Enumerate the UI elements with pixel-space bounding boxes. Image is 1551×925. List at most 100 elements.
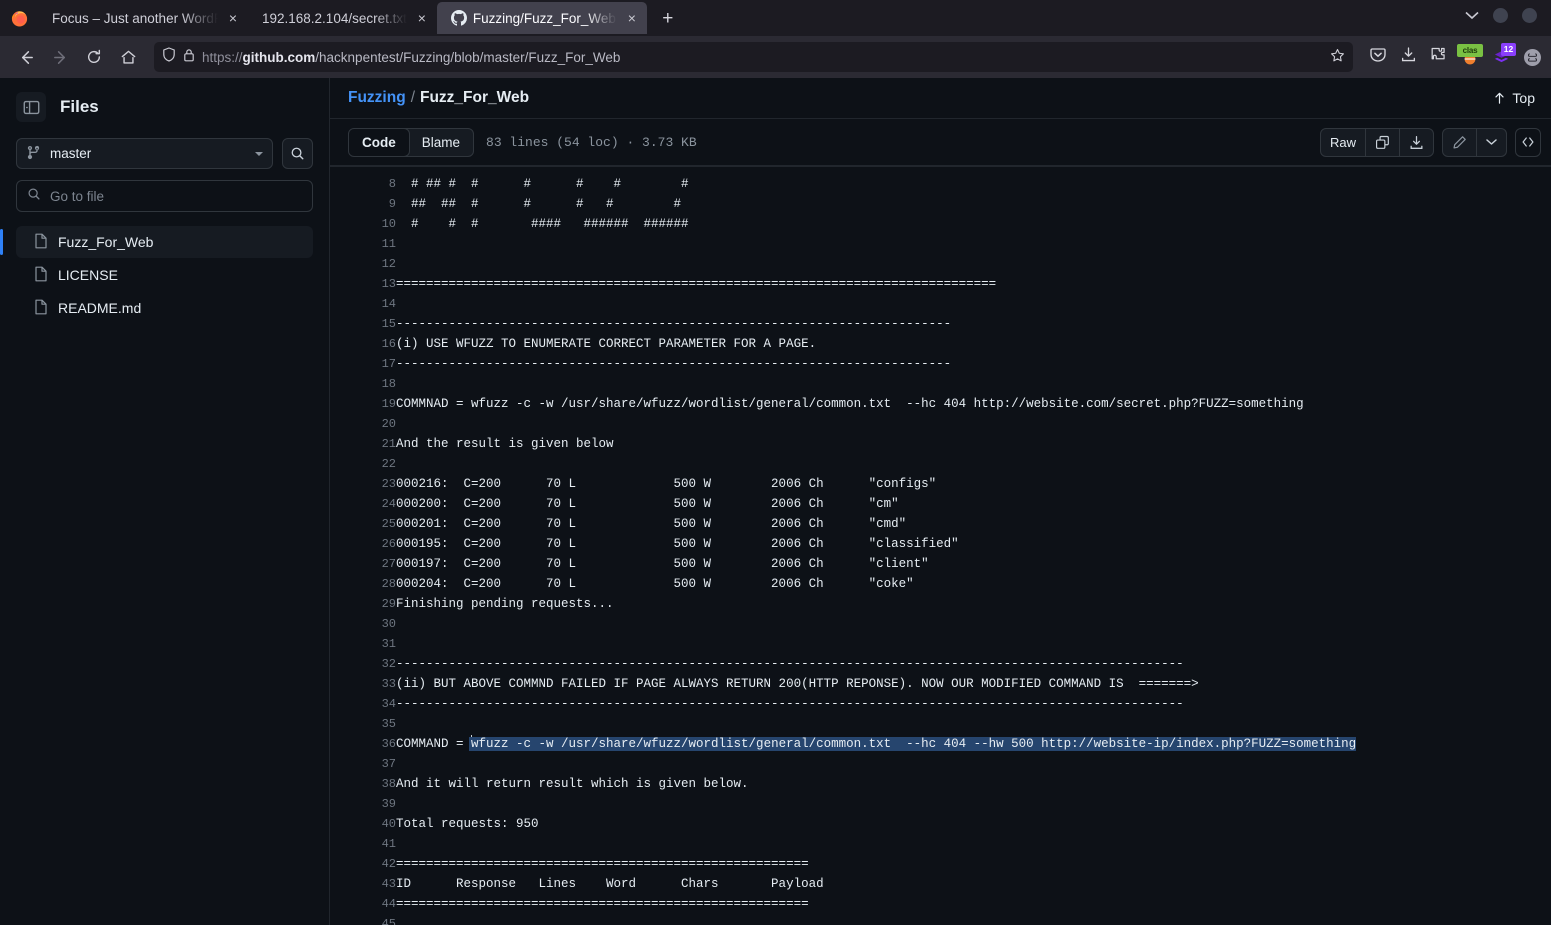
pocket-icon[interactable] xyxy=(1369,46,1387,69)
line-content[interactable] xyxy=(396,634,1551,654)
line-number[interactable]: 34 xyxy=(330,694,396,714)
close-icon[interactable]: × xyxy=(623,9,641,27)
line-number[interactable]: 21 xyxy=(330,434,396,454)
line-number[interactable]: 9 xyxy=(330,194,396,214)
star-icon[interactable] xyxy=(1330,48,1345,66)
line-content[interactable] xyxy=(396,454,1551,474)
line-number[interactable]: 14 xyxy=(330,294,396,314)
line-content[interactable]: COMMAND = wfuzz -c -w /usr/share/wfuzz/w… xyxy=(396,734,1551,754)
line-number[interactable]: 28 xyxy=(330,574,396,594)
home-icon[interactable] xyxy=(112,41,144,73)
line-content[interactable] xyxy=(396,254,1551,274)
line-content[interactable]: COMMNAD = wfuzz -c -w /usr/share/wfuzz/w… xyxy=(396,394,1551,414)
line-content[interactable]: 000197: C=200 70 L 500 W 2006 Ch "client… xyxy=(396,554,1551,574)
url-text[interactable]: https://github.com/hacknpentest/Fuzzing/… xyxy=(202,50,1323,65)
line-content[interactable] xyxy=(396,834,1551,854)
line-number[interactable]: 39 xyxy=(330,794,396,814)
back-button[interactable] xyxy=(10,41,42,73)
download-icon[interactable] xyxy=(1399,128,1433,156)
line-content[interactable]: ----------------------------------------… xyxy=(396,694,1551,714)
line-content[interactable]: ========================================… xyxy=(396,894,1551,914)
line-content[interactable]: 000201: C=200 70 L 500 W 2006 Ch "cmd" xyxy=(396,514,1551,534)
line-content[interactable]: # ## # # # # # # xyxy=(396,174,1551,194)
line-number[interactable]: 11 xyxy=(330,234,396,254)
forward-button[interactable] xyxy=(44,41,76,73)
file-list-item[interactable]: LICENSE xyxy=(16,259,313,291)
line-number[interactable]: 23 xyxy=(330,474,396,494)
line-number[interactable]: 35 xyxy=(330,714,396,734)
line-number[interactable]: 41 xyxy=(330,834,396,854)
line-content[interactable]: ## ## # # # # # xyxy=(396,194,1551,214)
file-list-item[interactable]: Fuzz_For_Web xyxy=(0,226,313,258)
line-content[interactable] xyxy=(396,914,1551,925)
branch-selector[interactable]: master xyxy=(16,138,273,169)
line-number[interactable]: 31 xyxy=(330,634,396,654)
downloads-icon[interactable] xyxy=(1400,46,1417,68)
line-content[interactable] xyxy=(396,234,1551,254)
line-content[interactable]: (i) USE WFUZZ TO ENUMERATE CORRECT PARAM… xyxy=(396,334,1551,354)
line-content[interactable]: ----------------------------------------… xyxy=(396,654,1551,674)
code-brackets-icon[interactable] xyxy=(1515,127,1541,157)
line-content[interactable] xyxy=(396,754,1551,774)
code-viewer[interactable]: 7 # # ##### # # # #8 # ## # # # # # #9 #… xyxy=(330,165,1551,925)
tab-code[interactable]: Code xyxy=(349,128,410,156)
line-number[interactable]: 25 xyxy=(330,514,396,534)
breadcrumb-repo-link[interactable]: Fuzzing xyxy=(348,89,406,107)
line-number[interactable]: 13 xyxy=(330,274,396,294)
browser-tab[interactable]: Focus – Just another WordPress × xyxy=(38,2,248,34)
line-number[interactable]: 16 xyxy=(330,334,396,354)
line-content[interactable] xyxy=(396,294,1551,314)
line-content[interactable]: ID Response Lines Word Chars Payload xyxy=(396,874,1551,894)
line-content[interactable] xyxy=(396,714,1551,734)
line-number[interactable]: 8 xyxy=(330,174,396,194)
line-content[interactable]: And the result is given below xyxy=(396,434,1551,454)
line-content[interactable] xyxy=(396,414,1551,434)
file-list-item[interactable]: README.md xyxy=(16,292,313,324)
raw-button[interactable]: Raw xyxy=(1321,129,1365,156)
clas-extension-icon[interactable]: clas xyxy=(1457,43,1483,67)
search-icon[interactable] xyxy=(282,138,313,169)
close-icon[interactable]: × xyxy=(224,9,242,27)
line-content[interactable] xyxy=(396,614,1551,634)
line-content[interactable]: ----------------------------------------… xyxy=(396,314,1551,334)
pencil-icon[interactable] xyxy=(1443,129,1476,156)
line-number[interactable]: 22 xyxy=(330,454,396,474)
account-avatar-icon[interactable] xyxy=(1524,48,1541,66)
line-number[interactable]: 45 xyxy=(330,914,396,925)
tab-blame[interactable]: Blame xyxy=(409,129,473,156)
shield-icon[interactable] xyxy=(162,47,176,67)
address-bar[interactable]: https://github.com/hacknpentest/Fuzzing/… xyxy=(154,42,1353,72)
line-content[interactable]: Finishing pending requests... xyxy=(396,594,1551,614)
layers-extension-icon[interactable]: 12 xyxy=(1492,42,1516,67)
line-content[interactable] xyxy=(396,374,1551,394)
line-content[interactable]: ========================================… xyxy=(396,274,1551,294)
close-icon[interactable]: × xyxy=(413,9,431,27)
chevron-down-icon[interactable] xyxy=(1465,8,1479,23)
line-content[interactable] xyxy=(396,794,1551,814)
line-content[interactable]: ----------------------------------------… xyxy=(396,354,1551,374)
window-maximize-button[interactable] xyxy=(1522,7,1537,23)
line-content[interactable]: 000204: C=200 70 L 500 W 2006 Ch "coke" xyxy=(396,574,1551,594)
line-number[interactable]: 29 xyxy=(330,594,396,614)
line-number[interactable]: 42 xyxy=(330,854,396,874)
extensions-icon[interactable] xyxy=(1430,46,1447,68)
line-number[interactable]: 32 xyxy=(330,654,396,674)
back-to-top-link[interactable]: Top xyxy=(1493,90,1535,106)
chevron-down-icon[interactable] xyxy=(1476,128,1506,156)
line-number[interactable]: 38 xyxy=(330,774,396,794)
line-number[interactable]: 30 xyxy=(330,614,396,634)
line-number[interactable]: 15 xyxy=(330,314,396,334)
line-number[interactable]: 24 xyxy=(330,494,396,514)
line-number[interactable]: 33 xyxy=(330,674,396,694)
line-number[interactable]: 17 xyxy=(330,354,396,374)
line-content[interactable]: 000195: C=200 70 L 500 W 2006 Ch "classi… xyxy=(396,534,1551,554)
browser-tab[interactable]: 192.168.2.104/secret.txt × xyxy=(248,2,437,34)
line-number[interactable]: 26 xyxy=(330,534,396,554)
line-number[interactable]: 20 xyxy=(330,414,396,434)
line-number[interactable]: 36 xyxy=(330,734,396,754)
line-content[interactable]: (ii) BUT ABOVE COMMND FAILED IF PAGE ALW… xyxy=(396,674,1551,694)
lock-icon[interactable] xyxy=(183,48,195,67)
copy-icon[interactable] xyxy=(1365,128,1399,156)
line-content[interactable]: And it will return result which is given… xyxy=(396,774,1551,794)
line-number[interactable]: 19 xyxy=(330,394,396,414)
